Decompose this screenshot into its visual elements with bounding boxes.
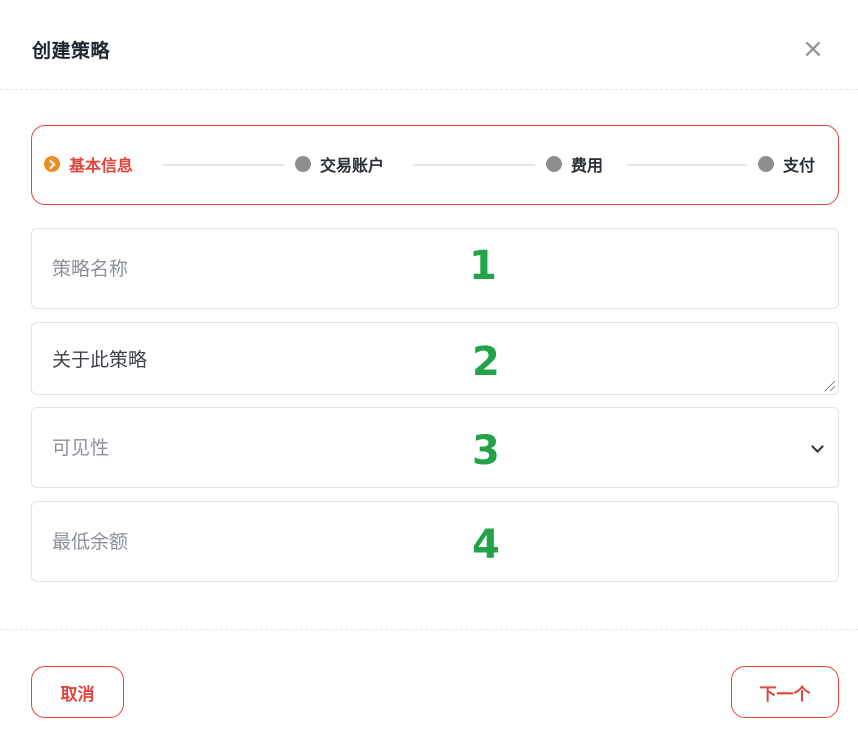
step-label: 基本信息 — [69, 156, 134, 175]
stepper: 基本信息 交易账户 费用 支付 — [31, 125, 839, 205]
visibility-select[interactable]: 可见性 3 — [31, 407, 839, 488]
strategy-name-field: 1 — [31, 228, 839, 309]
annotation-badge: 1 — [469, 243, 497, 289]
dialog-title: 创建策略 — [32, 40, 111, 62]
step-label: 支付 — [783, 156, 816, 175]
step-payment[interactable]: 支付 — [758, 152, 815, 176]
annotation-badge: 2 — [472, 339, 500, 385]
step-trading-account[interactable]: 交易账户 — [295, 152, 384, 176]
visibility-placeholder: 可见性 — [52, 437, 110, 459]
close-icon[interactable]: × — [800, 34, 826, 64]
step-basic-info[interactable]: 基本信息 — [44, 152, 133, 176]
dialog-header: 创建策略 × — [0, 0, 858, 90]
chevron-down-icon — [811, 440, 824, 453]
strategy-name-input[interactable] — [52, 229, 752, 308]
step-fees[interactable]: 费用 — [546, 152, 603, 176]
step-label: 交易账户 — [320, 156, 385, 175]
cancel-button[interactable]: 取消 — [31, 666, 124, 718]
step-dot-icon — [758, 156, 774, 172]
min-balance-input[interactable] — [52, 502, 752, 581]
next-button[interactable]: 下一个 — [731, 666, 839, 718]
min-balance-field: 4 — [31, 501, 839, 582]
step-connector — [162, 164, 284, 166]
resize-handle-icon[interactable] — [825, 381, 835, 391]
step-dot-icon — [546, 156, 562, 172]
step-connector — [627, 164, 747, 166]
annotation-badge: 3 — [472, 428, 500, 474]
step-active-icon — [44, 156, 60, 172]
footer-divider — [0, 629, 858, 630]
step-label: 费用 — [571, 156, 604, 175]
step-dot-icon — [295, 156, 311, 172]
strategy-about-textarea[interactable] — [52, 345, 752, 385]
step-connector — [413, 164, 535, 166]
strategy-about-field: 2 — [31, 322, 839, 395]
create-strategy-dialog: 创建策略 × 基本信息 交易账户 费用 支付 1 2 可见性 — [0, 0, 858, 739]
annotation-badge: 4 — [472, 522, 500, 568]
